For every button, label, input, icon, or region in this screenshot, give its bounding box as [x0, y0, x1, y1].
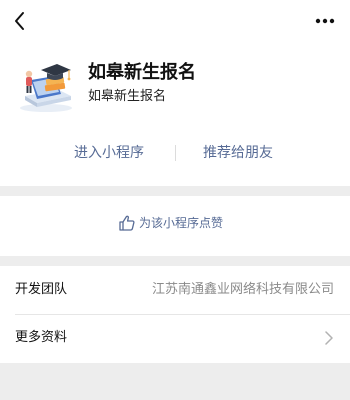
recommend-to-friend-button[interactable]: 推荐给朋友 [203, 139, 273, 167]
developer-team-row: 开发团队 江苏南通鑫业网络科技有限公司 [0, 266, 350, 315]
more-horizontal-icon [315, 18, 335, 24]
enter-mini-program-button[interactable]: 进入小程序 [74, 139, 144, 167]
action-divider [175, 145, 176, 161]
developer-team-value: 江苏南通鑫业网络科技有限公司 [151, 282, 334, 297]
chevron-left-icon [15, 12, 24, 30]
thumbs-up-icon [119, 215, 135, 231]
more-info-label: 更多资料 [15, 330, 68, 345]
more-info-row[interactable]: 更多资料 [0, 314, 350, 362]
chevron-right-icon [325, 331, 333, 345]
back-button[interactable] [9, 10, 31, 32]
like-label: 为该小程序点赞 [139, 216, 224, 230]
app-description: 如皋新生报名 [88, 89, 167, 104]
mini-program-profile-page: 如皋新生报名 如皋新生报名 进入小程序 推荐给朋友 为该小程序点赞 开发团队 江… [0, 0, 350, 400]
info-list: 开发团队 江苏南通鑫业网络科技有限公司 更多资料 [0, 266, 350, 363]
action-row: 进入小程序 推荐给朋友 [0, 139, 350, 167]
app-name: 如皋新生报名 [88, 62, 196, 83]
more-button[interactable] [312, 10, 338, 32]
graduation-cap-logo [15, 58, 75, 114]
like-panel: 为该小程序点赞 [0, 196, 350, 256]
like-button[interactable]: 为该小程序点赞 [118, 213, 223, 233]
app-info-panel: 如皋新生报名 如皋新生报名 进入小程序 推荐给朋友 [0, 0, 350, 186]
developer-team-label: 开发团队 [15, 282, 68, 297]
